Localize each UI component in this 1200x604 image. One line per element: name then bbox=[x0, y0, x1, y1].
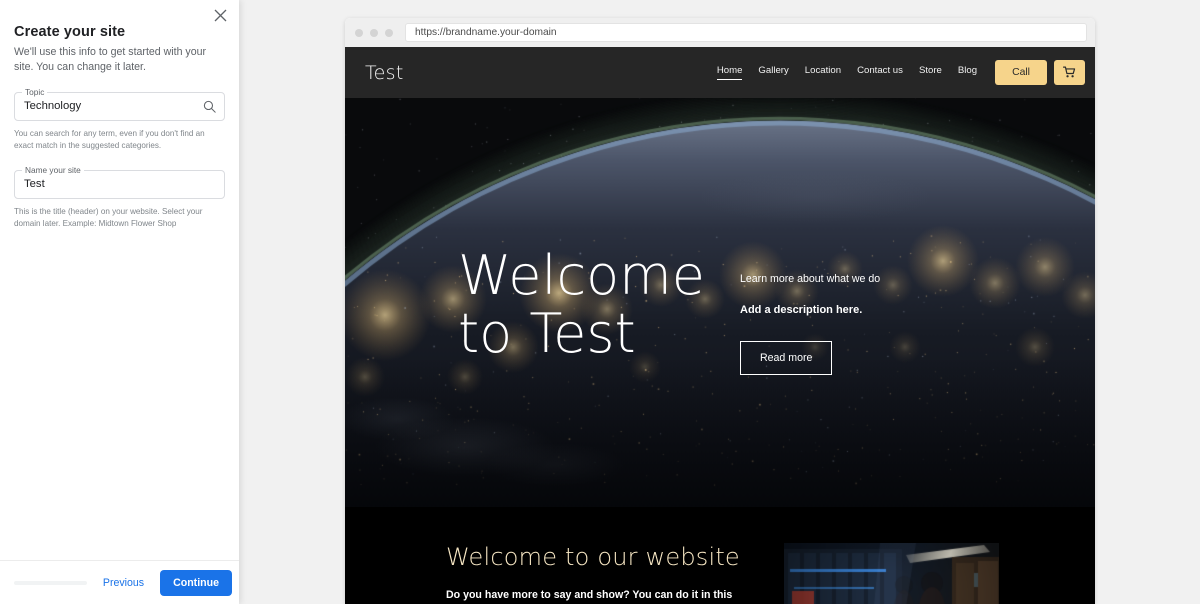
topic-help-text: You can search for any term, even if you… bbox=[14, 129, 205, 151]
topic-input-value: Technology bbox=[24, 100, 82, 112]
hero-description: Add a description here. bbox=[740, 304, 863, 316]
nav-links: Home Gallery Location Contact us Store Blog bbox=[716, 65, 977, 80]
nav-link-location[interactable]: Location bbox=[805, 65, 841, 80]
create-site-wizard-panel: Create your site We'll use this info to … bbox=[0, 0, 239, 604]
about-image-canvas bbox=[784, 543, 999, 604]
nav-link-contact-us[interactable]: Contact us bbox=[857, 65, 903, 80]
hero-content: Welcome to Test Learn more about what we… bbox=[458, 247, 950, 375]
screen-root: Create your site We'll use this info to … bbox=[0, 0, 1200, 604]
wizard-footer: Previous Continue bbox=[0, 560, 239, 604]
site-name-input[interactable]: Name your site Test bbox=[14, 164, 225, 199]
nav-actions: Call bbox=[995, 60, 1085, 85]
read-more-button[interactable]: Read more bbox=[740, 341, 833, 375]
site-name-field-group: Name your site Test This is the title (h… bbox=[14, 164, 225, 231]
topic-input[interactable]: Topic Technology bbox=[14, 87, 225, 121]
about-image bbox=[784, 543, 999, 604]
topic-field-group: Topic Technology You can search for any … bbox=[14, 87, 225, 153]
about-heading: Welcome to our website bbox=[446, 543, 740, 571]
minimize-dot-icon[interactable] bbox=[370, 28, 378, 37]
site-name-field-label: Name your site bbox=[22, 164, 84, 176]
nav-link-store[interactable]: Store bbox=[919, 65, 942, 80]
nav-link-gallery[interactable]: Gallery bbox=[758, 65, 788, 80]
continue-button[interactable]: Continue bbox=[160, 569, 232, 596]
previous-button[interactable]: Previous bbox=[97, 573, 150, 593]
hero-side-content: Learn more about what we do Add a descri… bbox=[740, 247, 950, 375]
site-logo[interactable]: Test bbox=[365, 62, 404, 84]
progress-bar bbox=[14, 580, 87, 585]
close-dot-icon[interactable] bbox=[355, 28, 363, 37]
nav-link-home[interactable]: Home bbox=[716, 65, 743, 80]
maximize-dot-icon[interactable] bbox=[385, 28, 393, 37]
hero-section: Welcome to Test Learn more about what we… bbox=[345, 47, 1095, 507]
page-subtitle: We'll use this info to get started with … bbox=[14, 46, 207, 73]
about-section: Welcome to our website Do you have more … bbox=[345, 507, 1095, 604]
page-title: Create your site bbox=[14, 24, 126, 40]
topic-field-label: Topic bbox=[22, 87, 48, 98]
close-icon[interactable] bbox=[209, 4, 231, 26]
shopping-cart-icon[interactable] bbox=[1054, 60, 1085, 85]
site-name-help-text: This is the title (header) on your websi… bbox=[14, 206, 203, 229]
nav-link-blog[interactable]: Blog bbox=[958, 65, 977, 80]
hero-tagline: Learn more about what we do bbox=[740, 273, 881, 285]
about-body-text: Do you have more to say and show? You ca… bbox=[446, 589, 733, 601]
browser-chrome: https://brandname.your-domain bbox=[345, 18, 1095, 47]
site-preview-viewport: Welcome to Test Learn more about what we… bbox=[345, 47, 1095, 604]
search-icon[interactable] bbox=[203, 100, 216, 113]
url-text: https://brandname.your-domain bbox=[415, 27, 557, 38]
site-preview-browser-window: https://brandname.your-domain Welcome to… bbox=[345, 18, 1095, 604]
wizard-content: Create your site We'll use this info to … bbox=[0, 0, 239, 560]
hero-title: Welcome to Test bbox=[458, 244, 706, 365]
call-button[interactable]: Call bbox=[995, 60, 1047, 85]
site-navigation-bar: Test Home Gallery Location Contact us Store B… bbox=[345, 47, 1095, 98]
about-text-block: Welcome to our website Do you have more … bbox=[446, 543, 756, 604]
url-bar[interactable]: https://brandname.your-domain bbox=[405, 23, 1087, 42]
